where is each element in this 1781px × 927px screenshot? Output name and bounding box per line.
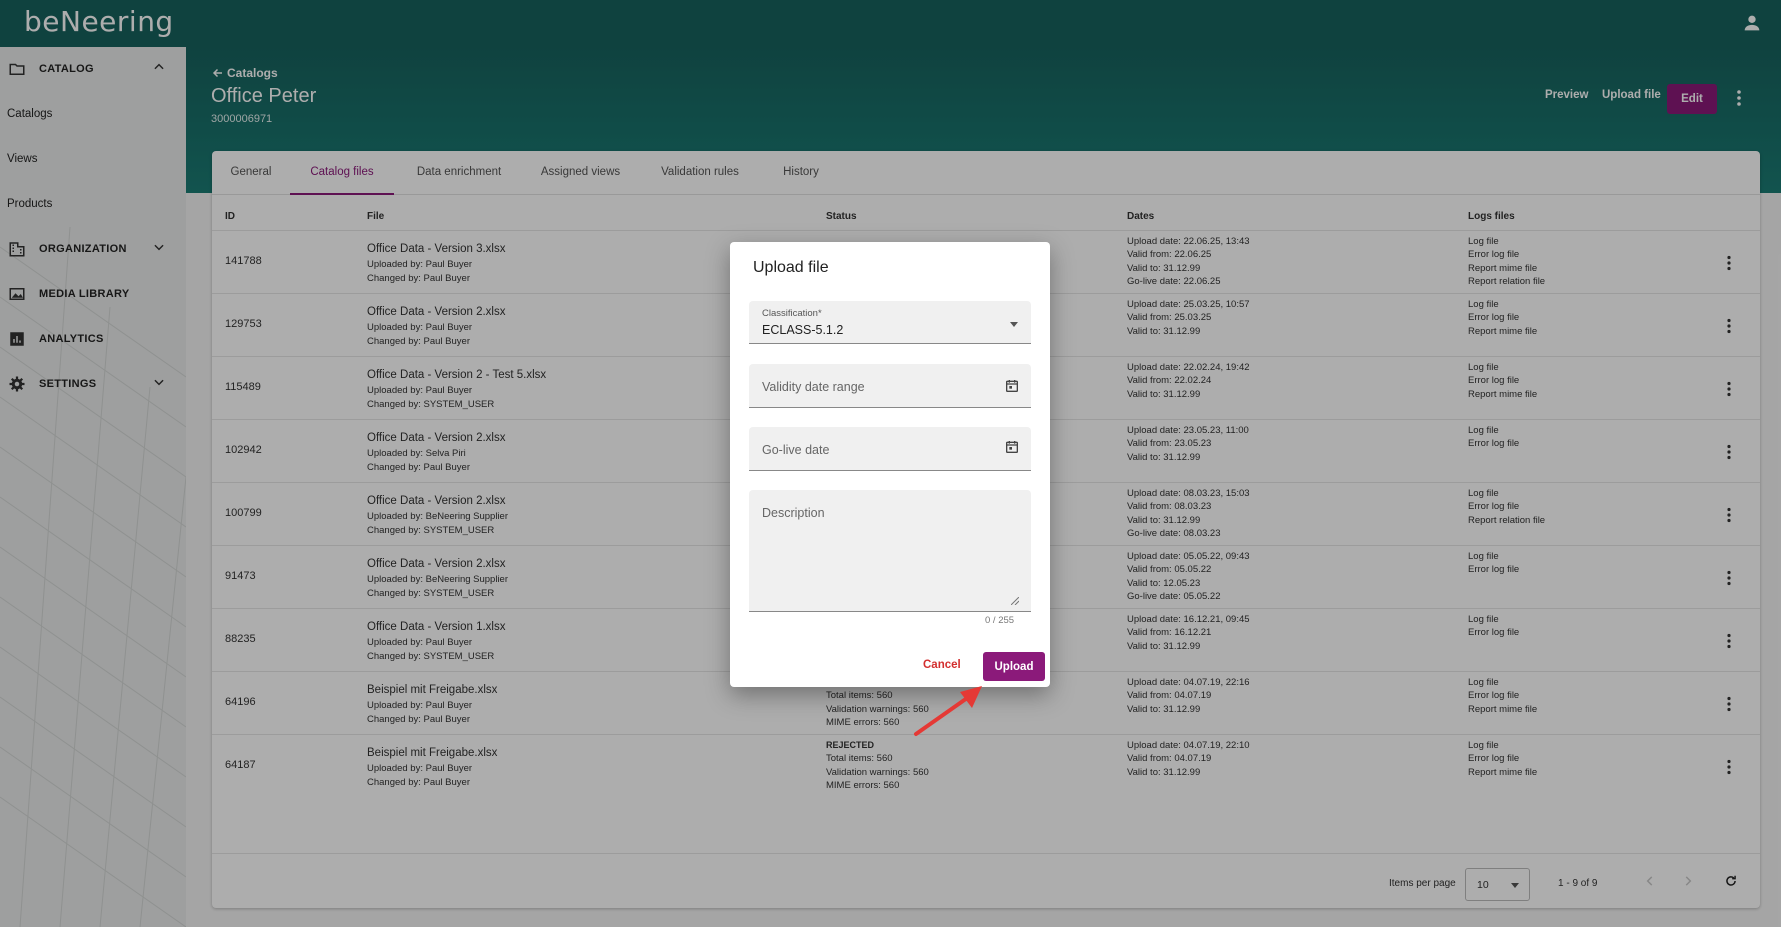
dropdown-caret-icon bbox=[1010, 322, 1018, 327]
go-live-date-field[interactable]: Go-live date bbox=[749, 427, 1031, 471]
cancel-button[interactable]: Cancel bbox=[923, 659, 961, 671]
calendar-icon[interactable] bbox=[1004, 439, 1020, 455]
classification-select[interactable]: Classification* ECLASS-5.1.2 bbox=[749, 301, 1031, 344]
validity-date-range-placeholder: Validity date range bbox=[762, 380, 865, 394]
annotation-arrow-icon bbox=[914, 686, 982, 736]
description-placeholder: Description bbox=[762, 506, 825, 520]
go-live-date-placeholder: Go-live date bbox=[762, 443, 830, 457]
description-textarea[interactable]: Description bbox=[749, 490, 1031, 612]
resize-handle-icon[interactable] bbox=[1011, 597, 1019, 605]
character-counter: 0 / 255 bbox=[985, 615, 1015, 626]
calendar-icon[interactable] bbox=[1004, 378, 1020, 394]
dialog-title: Upload file bbox=[753, 259, 829, 276]
classification-label: Classification* bbox=[762, 308, 822, 319]
validity-date-range-field[interactable]: Validity date range bbox=[749, 364, 1031, 408]
upload-button[interactable]: Upload bbox=[983, 652, 1045, 681]
classification-value: ECLASS-5.1.2 bbox=[762, 323, 844, 337]
upload-file-dialog: Upload file Classification* ECLASS-5.1.2… bbox=[730, 242, 1050, 687]
